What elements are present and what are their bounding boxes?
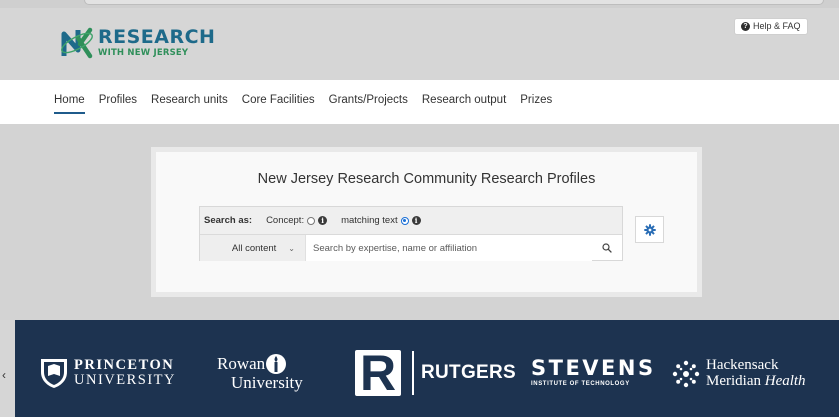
matching-text-radio[interactable] [400, 216, 409, 225]
rutgers-logo[interactable]: R RUTGERS [355, 348, 516, 398]
browser-top-strip [0, 0, 839, 8]
search-settings-button[interactable] [635, 216, 664, 243]
stevens-logo[interactable]: STEVENS INSTITUTE OF TECHNOLOGY [531, 356, 656, 388]
help-faq-label: Help & FAQ [753, 21, 801, 31]
address-bar-edge [84, 0, 824, 5]
info-icon[interactable]: i [318, 216, 328, 225]
rutgers-name: RUTGERS [421, 362, 516, 383]
search-panel: New Jersey Research Community Research P… [151, 147, 702, 297]
princeton-line2: UNIVERSITY [74, 372, 176, 388]
content-scope-select[interactable]: All content ⌄ [200, 235, 306, 261]
princeton-line1: PRINCETON [74, 356, 175, 373]
site-header: RESEARCH WITH NEW JERSEY ? Help & FAQ [0, 8, 839, 80]
help-circle-icon: ? [741, 22, 750, 31]
search-icon[interactable] [592, 243, 622, 253]
concept-radio[interactable] [307, 216, 316, 225]
matching-text-label: matching text [341, 215, 398, 226]
princeton-logo[interactable]: PRINCETON UNIVERSITY [40, 357, 176, 389]
gear-icon [643, 223, 656, 236]
rutgers-divider [412, 351, 414, 395]
hackensack-line2a: Meridian [706, 372, 765, 389]
hackensack-star-icon [672, 360, 700, 387]
search-box: Search as: Concept: i matching text i Al… [199, 206, 623, 261]
rowan-line2: University [231, 373, 303, 392]
chevron-down-icon: ⌄ [288, 243, 295, 253]
search-row: All content ⌄ [200, 235, 622, 261]
search-as-label: Search as: [204, 215, 253, 226]
carousel-prev-icon[interactable]: ‹ [2, 368, 6, 382]
hackensack-line2b: Health [764, 372, 806, 389]
nav-item-home[interactable]: Home [54, 94, 85, 114]
logo-title: RESEARCH [98, 26, 216, 49]
scope-value: All content [231, 242, 277, 254]
rowan-logo[interactable]: Rowan University [217, 353, 303, 393]
hackensack-logo[interactable]: Hackensack Meridian Health [672, 357, 806, 390]
help-faq-button[interactable]: ? Help & FAQ [734, 18, 808, 35]
rutgers-r-mark: R [355, 348, 401, 398]
concept-label: Concept: [266, 215, 305, 226]
stevens-line1: STEVENS [531, 356, 656, 380]
nav-item-grants-projects[interactable]: Grants/Projects [329, 94, 408, 106]
nav-item-core-facilities[interactable]: Core Facilities [242, 94, 315, 106]
matching-text-option[interactable]: matching text i [341, 215, 421, 226]
hero-area: New Jersey Research Community Research P… [0, 124, 839, 320]
nj-logo-icon [61, 27, 93, 59]
site-logo[interactable]: RESEARCH WITH NEW JERSEY [58, 26, 215, 60]
rowan-torch-icon [266, 354, 287, 374]
hackensack-line1: Hackensack [706, 357, 779, 373]
search-input[interactable] [306, 235, 592, 261]
concept-option[interactable]: Concept: i [266, 215, 328, 226]
search-title: New Jersey Research Community Research P… [257, 171, 596, 187]
partner-footer: ‹ PRINCETON UNIVERSITY Rowan University [2, 320, 839, 417]
rowan-line1: Rowan [217, 354, 266, 373]
info-icon[interactable]: i [411, 216, 421, 225]
stevens-line2: INSTITUTE OF TECHNOLOGY [531, 381, 630, 387]
logo-subtitle: WITH NEW JERSEY [98, 48, 189, 59]
nav-item-research-units[interactable]: Research units [151, 94, 228, 106]
nav-item-profiles[interactable]: Profiles [99, 94, 137, 106]
main-nav: Home Profiles Research units Core Facili… [0, 80, 839, 124]
nav-item-research-output[interactable]: Research output [422, 94, 506, 106]
search-mode-bar: Search as: Concept: i matching text i [200, 207, 622, 235]
princeton-shield-icon [41, 359, 67, 388]
nav-item-prizes[interactable]: Prizes [520, 94, 552, 106]
